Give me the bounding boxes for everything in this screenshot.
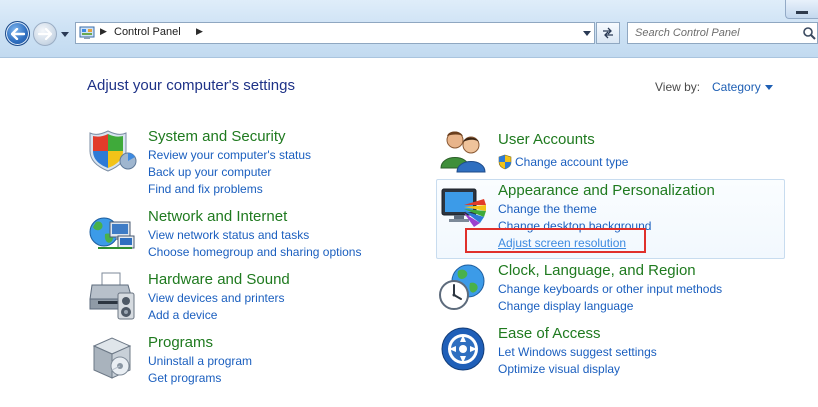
link-optimize-visual-display[interactable]: Optimize visual display xyxy=(498,362,620,376)
breadcrumb-separator-icon[interactable]: ▶ xyxy=(100,27,107,37)
users-icon[interactable] xyxy=(438,128,490,174)
link-add-device[interactable]: Add a device xyxy=(148,308,217,322)
link-view-devices-printers[interactable]: View devices and printers xyxy=(148,291,285,305)
category-user-accounts[interactable]: User Accounts xyxy=(498,131,595,148)
annotation-highlight-box xyxy=(465,228,646,253)
network-globe-icon[interactable] xyxy=(88,210,138,256)
link-uninstall-program[interactable]: Uninstall a program xyxy=(148,354,252,368)
category-network-internet[interactable]: Network and Internet xyxy=(148,208,287,225)
minimize-icon xyxy=(796,10,808,14)
category-system-security[interactable]: System and Security xyxy=(148,128,286,145)
link-change-display-language[interactable]: Change display language xyxy=(498,299,633,313)
navigation-toolbar: ▶ Control Panel ▶ xyxy=(0,0,818,58)
link-find-fix-problems[interactable]: Find and fix problems xyxy=(148,182,263,196)
chevron-down-icon xyxy=(61,31,69,37)
chevron-down-icon xyxy=(583,30,591,36)
link-view-network-status[interactable]: View network status and tasks xyxy=(148,228,309,242)
page-title: Adjust your computer's settings xyxy=(87,77,295,94)
category-hardware-sound[interactable]: Hardware and Sound xyxy=(148,271,290,288)
link-change-account-type[interactable]: Change account type xyxy=(515,155,628,169)
link-get-programs[interactable]: Get programs xyxy=(148,371,221,385)
programs-box-icon[interactable] xyxy=(90,334,134,382)
monitor-palette-icon[interactable] xyxy=(440,185,490,231)
category-appearance-personalization[interactable]: Appearance and Personalization xyxy=(498,182,715,199)
minimize-button[interactable] xyxy=(785,0,818,19)
view-by-label: View by: xyxy=(655,80,701,94)
search-box[interactable] xyxy=(627,22,818,44)
back-arrow-icon xyxy=(10,27,25,40)
refresh-button[interactable] xyxy=(596,22,620,44)
view-by-dropdown[interactable]: Category xyxy=(712,80,761,94)
forward-arrow-icon xyxy=(38,28,52,40)
link-windows-suggest-settings[interactable]: Let Windows suggest settings xyxy=(498,345,657,359)
search-icon[interactable] xyxy=(802,26,816,40)
refresh-icon xyxy=(603,27,613,39)
link-back-up-computer[interactable]: Back up your computer xyxy=(148,165,271,179)
control-panel-content: Adjust your computer's settings View by:… xyxy=(0,58,818,407)
link-change-keyboards[interactable]: Change keyboards or other input methods xyxy=(498,282,722,296)
address-dropdown-button[interactable] xyxy=(579,24,595,42)
category-ease-of-access[interactable]: Ease of Access xyxy=(498,325,601,342)
back-button[interactable] xyxy=(5,21,30,46)
search-input[interactable] xyxy=(628,23,800,43)
chevron-down-icon[interactable] xyxy=(765,85,773,90)
shield-icon[interactable] xyxy=(88,127,138,175)
breadcrumb-separator-icon[interactable]: ▶ xyxy=(196,27,203,37)
clock-globe-icon[interactable] xyxy=(438,261,490,313)
category-programs[interactable]: Programs xyxy=(148,334,213,351)
link-change-theme[interactable]: Change the theme xyxy=(498,202,597,216)
ease-of-access-icon[interactable] xyxy=(440,326,486,372)
breadcrumb-control-panel[interactable]: Control Panel xyxy=(114,26,181,38)
link-review-computer-status[interactable]: Review your computer's status xyxy=(148,148,311,162)
forward-button[interactable] xyxy=(33,22,57,46)
printer-icon[interactable] xyxy=(88,271,136,323)
recent-pages-button[interactable] xyxy=(59,27,71,41)
uac-shield-icon xyxy=(498,154,512,170)
link-homegroup-sharing[interactable]: Choose homegroup and sharing options xyxy=(148,245,361,259)
category-clock-language-region[interactable]: Clock, Language, and Region xyxy=(498,262,696,279)
address-bar[interactable]: ▶ Control Panel ▶ xyxy=(75,22,595,44)
control-panel-icon xyxy=(79,26,95,39)
